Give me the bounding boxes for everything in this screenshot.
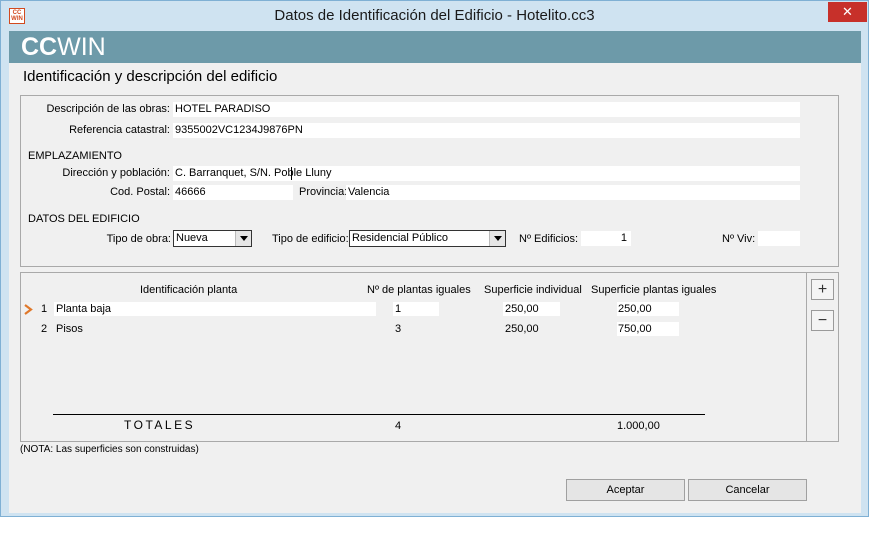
row-2-count[interactable]: 3 (395, 322, 401, 336)
close-button[interactable]: ✕ (828, 2, 867, 22)
surface-note: (NOTA: Las superficies son construidas) (20, 444, 199, 455)
current-row-arrow-icon (24, 304, 33, 315)
tipo-obra-select[interactable]: Nueva (173, 230, 252, 247)
ccwin-logo: CCWIN (21, 34, 106, 60)
col-header-superficie-total: Superficie plantas iguales (591, 284, 717, 296)
tipo-edificio-label: Tipo de edificio: (272, 233, 349, 245)
totals-divider (53, 414, 705, 415)
tipo-obra-label: Tipo de obra: (106, 233, 171, 245)
provincia-label: Provincia: (299, 186, 348, 198)
direccion-field[interactable]: C. Barranquet, S/N. Poble Lluny (173, 166, 800, 181)
totals-label: TOTALES (124, 418, 196, 432)
row-2-total: 750,00 (617, 322, 679, 336)
tipo-edificio-value: Residencial Público (352, 232, 448, 244)
chevron-down-icon[interactable] (235, 231, 251, 246)
row-2-surface[interactable]: 250,00 (505, 322, 539, 336)
floors-table-group (20, 272, 839, 442)
cp-field[interactable]: 46666 (173, 185, 293, 200)
chevron-down-icon[interactable] (489, 231, 505, 246)
n-edificios-label: Nº Edificios: (519, 233, 579, 245)
cancel-button[interactable]: Cancelar (688, 479, 807, 501)
add-row-button[interactable]: + (811, 279, 834, 300)
title-bar[interactable]: CC WIN Datos de Identificación del Edifi… (1, 1, 868, 31)
remove-row-button[interactable]: − (811, 310, 834, 331)
logo-bold: CC (21, 33, 58, 61)
n-viv-field[interactable] (758, 231, 800, 246)
referencia-label: Referencia catastral: (69, 124, 170, 136)
totals-surface: 1.000,00 (617, 420, 660, 432)
row-1-count[interactable]: 1 (393, 302, 439, 316)
row-2-name[interactable]: Pisos (56, 322, 83, 336)
row-2-number: 2 (41, 323, 48, 335)
col-header-identificacion: Identificación planta (140, 284, 238, 296)
text-cursor (291, 167, 292, 180)
row-1-name[interactable]: Planta baja (54, 302, 376, 316)
n-edificios-field[interactable]: 1 (581, 231, 631, 246)
provincia-field[interactable]: Valencia (346, 185, 800, 200)
col-header-superficie-individual: Superficie individual (484, 284, 582, 296)
emplazamiento-heading: EMPLAZAMIENTO (28, 150, 122, 162)
row-1-number: 1 (41, 303, 48, 315)
datos-edificio-heading: DATOS DEL EDIFICIO (28, 213, 140, 225)
n-viv-label: Nº Viv: (722, 233, 756, 245)
tipo-edificio-select[interactable]: Residencial Público (349, 230, 506, 247)
col-header-plantas-iguales: Nº de plantas iguales (367, 284, 471, 296)
logo-light: WIN (57, 33, 106, 61)
accept-button[interactable]: Aceptar (566, 479, 685, 501)
descripcion-label: Descripción de las obras: (46, 103, 170, 115)
row-1-surface[interactable]: 250,00 (503, 302, 560, 316)
page-title: Identificación y descripción del edifici… (23, 68, 278, 85)
direccion-label: Dirección y población: (62, 167, 170, 179)
totals-count: 4 (395, 420, 402, 432)
cp-label: Cod. Postal: (110, 186, 170, 198)
referencia-field[interactable]: 9355002VC1234J9876PN (173, 123, 800, 138)
tipo-obra-value: Nueva (176, 232, 208, 244)
brand-banner: CCWIN (9, 31, 861, 63)
window-title: Datos de Identificación del Edificio - H… (274, 7, 595, 24)
row-1-total: 250,00 (617, 302, 679, 316)
descripcion-field[interactable]: HOTEL PARADISO (173, 102, 800, 117)
